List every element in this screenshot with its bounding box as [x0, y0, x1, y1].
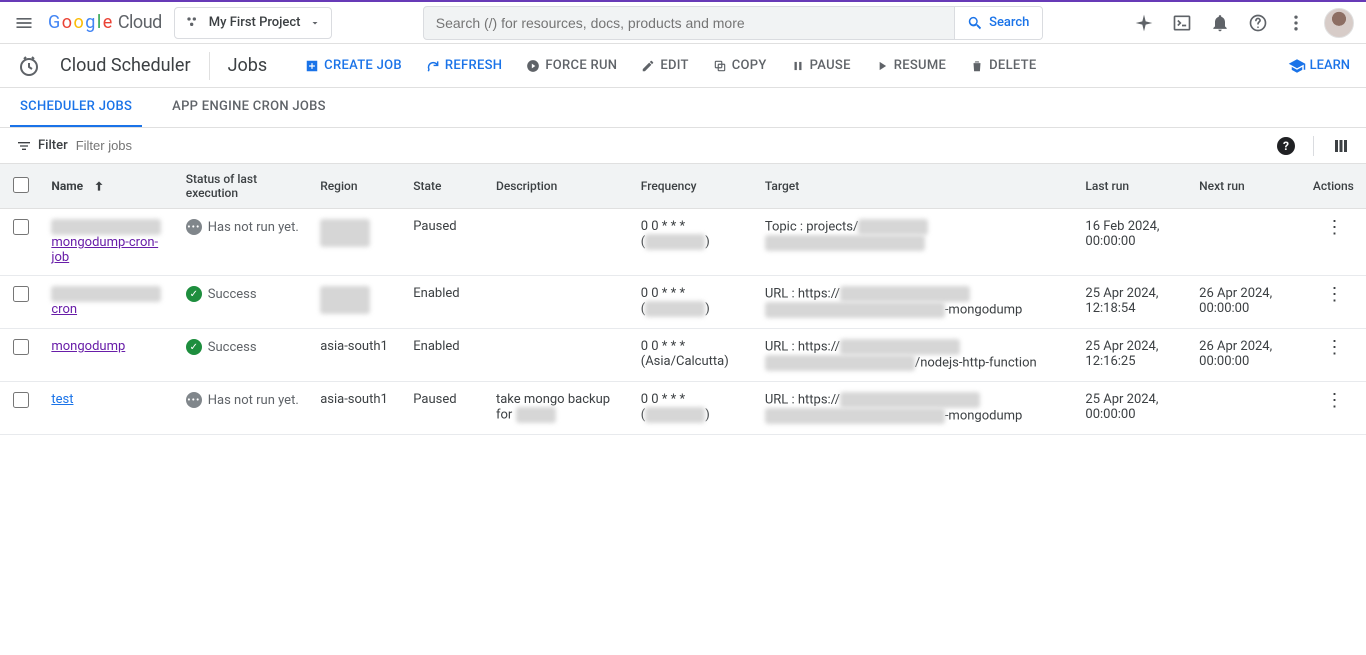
state-value: Paused — [413, 392, 456, 407]
learn-button[interactable]: LEARN — [1288, 57, 1350, 75]
project-name: My First Project — [209, 15, 301, 30]
more-icon[interactable] — [1286, 13, 1306, 33]
region-value: asia-south1 — [320, 392, 388, 407]
help-icon[interactable] — [1248, 13, 1268, 33]
job-name-link[interactable]: cron — [51, 302, 77, 317]
job-name-link[interactable]: test — [51, 392, 73, 407]
notifications-icon[interactable] — [1210, 13, 1230, 33]
row-checkbox[interactable] — [13, 219, 29, 235]
status-not-run: •••Has not run yet. — [186, 392, 300, 408]
next-run-value: 26 Apr 2024, — [1199, 339, 1293, 354]
row-checkbox[interactable] — [13, 286, 29, 302]
tabs: SCHEDULER JOBS APP ENGINE CRON JOBS — [0, 88, 1366, 128]
menu-icon[interactable] — [12, 11, 36, 35]
last-run-value: 25 Apr 2024, — [1085, 286, 1179, 301]
cloud-scheduler-icon — [16, 53, 42, 79]
target-value: URL : https:// — [765, 286, 1066, 302]
job-name-link[interactable]: mongodump-cron-job — [51, 235, 158, 265]
last-run-value: 25 Apr 2024, — [1085, 339, 1179, 354]
frequency-value: 0 0 * * * — [641, 219, 745, 234]
col-region[interactable]: Region — [310, 164, 403, 209]
region-value: asia-south1 — [320, 339, 388, 354]
pause-button[interactable]: PAUSE — [791, 58, 851, 73]
column-display-icon[interactable] — [1332, 137, 1350, 155]
project-picker[interactable]: My First Project — [174, 7, 332, 39]
target-value: Topic : projects/ — [765, 219, 1066, 235]
filter-input[interactable] — [76, 138, 1269, 153]
google-cloud-logo[interactable]: Google Cloud — [48, 12, 162, 33]
service-title: Cloud Scheduler — [60, 52, 210, 80]
frequency-value: 0 0 * * * — [641, 339, 745, 354]
row-actions-icon[interactable]: ⋮ — [1325, 390, 1343, 411]
table-row: test •••Has not run yet. asia-south1 Paused… — [0, 382, 1366, 435]
state-value: Enabled — [413, 286, 459, 301]
frequency-value: 0 0 * * * — [641, 286, 745, 301]
create-job-button[interactable]: CREATE JOB — [305, 58, 402, 73]
last-run-value: 25 Apr 2024, — [1085, 392, 1179, 407]
filter-help-icon[interactable]: ? — [1277, 137, 1295, 155]
col-frequency[interactable]: Frequency — [631, 164, 755, 209]
gemini-icon[interactable] — [1134, 13, 1154, 33]
tab-scheduler-jobs[interactable]: SCHEDULER JOBS — [10, 88, 142, 127]
job-name-link[interactable]: mongodump — [51, 339, 125, 354]
avatar[interactable] — [1324, 8, 1354, 38]
resume-button[interactable]: RESUME — [875, 58, 946, 73]
select-all-checkbox[interactable] — [13, 177, 29, 193]
col-status[interactable]: Status of last execution — [176, 164, 310, 209]
frequency-value: 0 0 * * * — [641, 392, 745, 407]
search-icon — [967, 15, 983, 31]
filter-icon — [16, 138, 32, 154]
search-input[interactable] — [424, 7, 954, 39]
row-actions-icon[interactable]: ⋮ — [1325, 217, 1343, 238]
row-checkbox[interactable] — [13, 339, 29, 355]
page-title: Jobs — [228, 55, 268, 76]
cloud-shell-icon[interactable] — [1172, 13, 1192, 33]
col-target[interactable]: Target — [755, 164, 1076, 209]
target-value: URL : https:// — [765, 392, 1066, 408]
filter-label: Filter — [16, 138, 68, 154]
col-description[interactable]: Description — [486, 164, 631, 209]
chevron-down-icon — [309, 17, 321, 29]
col-name[interactable]: Name — [41, 164, 175, 209]
search-button[interactable]: Search — [954, 7, 1042, 39]
last-run-value: 16 Feb 2024, — [1085, 219, 1179, 234]
jobs-table: Name Status of last execution Region Sta… — [0, 164, 1366, 435]
status-not-run: •••Has not run yet. — [186, 219, 300, 235]
edit-button[interactable]: EDIT — [641, 58, 688, 73]
table-row: mongodump ✓Success asia-south1 Enabled 0 0 *… — [0, 329, 1366, 382]
target-value: URL : https:// — [765, 339, 1066, 355]
top-bar: Google Cloud My First Project Search — [0, 0, 1366, 44]
row-actions-icon[interactable]: ⋮ — [1325, 284, 1343, 305]
col-nextrun[interactable]: Next run — [1189, 164, 1303, 209]
state-value: Paused — [413, 219, 456, 234]
state-value: Enabled — [413, 339, 459, 354]
row-checkbox[interactable] — [13, 392, 29, 408]
col-lastrun[interactable]: Last run — [1075, 164, 1189, 209]
filter-bar: Filter ? — [0, 128, 1366, 164]
table-row: cron✓SuccessEnabled0 0 * * *()URL : http… — [0, 276, 1366, 329]
search-box: Search — [423, 6, 1043, 40]
service-bar: Cloud Scheduler Jobs CREATE JOB REFRESH … — [0, 44, 1366, 88]
tab-app-engine-cron[interactable]: APP ENGINE CRON JOBS — [162, 88, 336, 127]
status-success: ✓Success — [186, 286, 300, 302]
refresh-button[interactable]: REFRESH — [426, 58, 502, 73]
col-state[interactable]: State — [403, 164, 486, 209]
status-success: ✓Success — [186, 339, 300, 355]
sort-asc-icon — [92, 179, 106, 193]
table-row: mongodump-cron-job •••Has not run yet. Pau… — [0, 209, 1366, 276]
copy-button[interactable]: COPY — [713, 58, 767, 73]
next-run-value: 26 Apr 2024, — [1199, 286, 1293, 301]
delete-button[interactable]: DELETE — [970, 58, 1036, 73]
col-actions[interactable]: Actions — [1303, 164, 1366, 209]
force-run-button[interactable]: FORCE RUN — [526, 58, 617, 73]
row-actions-icon[interactable]: ⋮ — [1325, 337, 1343, 358]
